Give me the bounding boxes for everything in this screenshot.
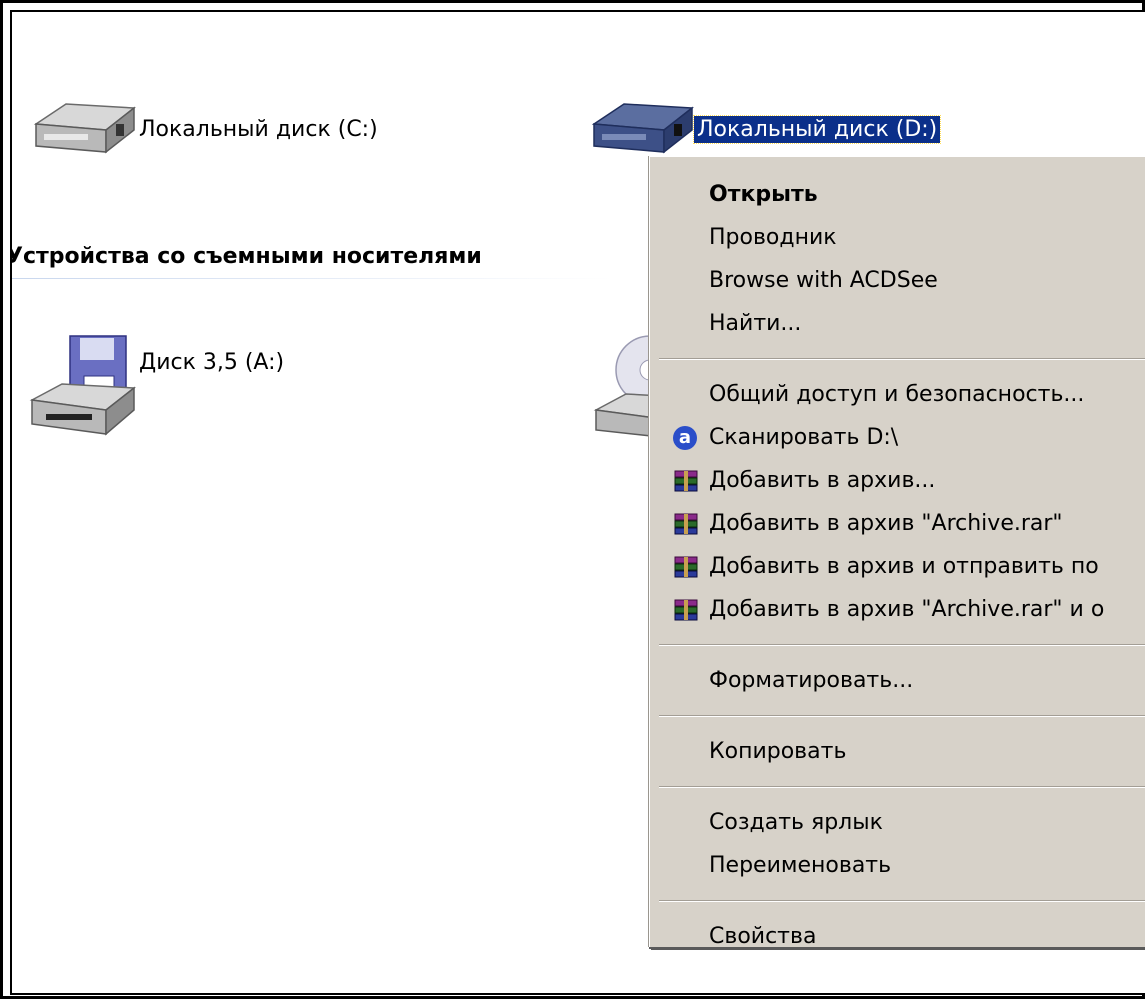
menu-item-scan[interactable]: a Сканировать D:\ [650,416,1145,459]
context-menu: Открыть Проводник Browse with ACDSee Най… [649,156,1145,949]
menu-separator [650,702,1145,730]
winrar-icon [673,598,699,622]
section-divider [12,278,612,279]
menu-item-find[interactable]: Найти... [650,302,1145,345]
explorer-window: Локальный диск (C:) Локальный диск (D:) … [10,10,1145,995]
section-heading-removable: Устройства со съемными носителями [10,244,482,269]
menu-item-format-label: Форматировать... [709,668,914,693]
menu-item-scan-label: Сканировать D:\ [709,425,899,450]
menu-item-add-archive-send-label: Добавить в архив и отправить по [709,554,1099,579]
hard-drive-icon [26,94,137,164]
drive-d[interactable]: Локальный диск (D:) [584,94,942,164]
outer-frame: Локальный диск (C:) Локальный диск (D:) … [0,0,1145,999]
menu-item-open-label: Открыть [709,182,818,207]
menu-item-open[interactable]: Открыть [650,173,1145,216]
menu-item-format[interactable]: Форматировать... [650,659,1145,702]
menu-item-copy[interactable]: Копировать [650,730,1145,773]
menu-separator [650,345,1145,373]
menu-item-acdsee[interactable]: Browse with ACDSee [650,259,1145,302]
winrar-icon [673,555,699,579]
menu-item-sharing[interactable]: Общий доступ и безопасность... [650,373,1145,416]
drive-c-label: Локальный диск (C:) [139,116,378,142]
drive-a-label: Диск 3,5 (A:) [139,349,285,375]
menu-item-properties-label: Свойства [709,924,817,949]
menu-item-explorer[interactable]: Проводник [650,216,1145,259]
menu-separator [650,773,1145,801]
menu-item-find-label: Найти... [709,311,802,336]
menu-separator [650,631,1145,659]
avast-icon-letter: a [673,426,697,450]
menu-item-rename-label: Переименовать [709,853,892,878]
menu-separator [650,887,1145,915]
winrar-icon [673,469,699,493]
menu-item-add-archive-rar[interactable]: Добавить в архив "Archive.rar" [650,502,1145,545]
menu-item-create-shortcut[interactable]: Создать ярлык [650,801,1145,844]
menu-item-sharing-label: Общий доступ и безопасность... [709,382,1085,407]
menu-item-add-archive-send[interactable]: Добавить в архив и отправить по [650,545,1145,588]
menu-item-add-archive-rar-send-label: Добавить в архив "Archive.rar" и о [709,597,1105,622]
menu-item-add-archive-rar-send[interactable]: Добавить в архив "Archive.rar" и о [650,588,1145,631]
menu-item-add-archive-rar-label: Добавить в архив "Archive.rar" [709,511,1063,536]
winrar-icon [673,512,699,536]
menu-item-explorer-label: Проводник [709,225,837,250]
menu-item-add-archive[interactable]: Добавить в архив... [650,459,1145,502]
menu-item-acdsee-label: Browse with ACDSee [709,268,938,293]
floppy-drive-icon [26,330,137,440]
hard-drive-selected-icon [584,94,695,164]
menu-item-rename[interactable]: Переименовать [650,844,1145,887]
menu-item-create-shortcut-label: Создать ярлык [709,810,883,835]
drive-d-label: Локальный диск (D:) [692,114,942,144]
menu-item-properties[interactable]: Свойства [650,915,1145,958]
drive-c[interactable]: Локальный диск (C:) [26,94,381,164]
avast-icon: a [673,426,699,450]
menu-item-copy-label: Копировать [709,739,847,764]
menu-item-add-archive-label: Добавить в архив... [709,468,936,493]
drive-a[interactable]: Диск 3,5 (A:) [26,330,287,440]
